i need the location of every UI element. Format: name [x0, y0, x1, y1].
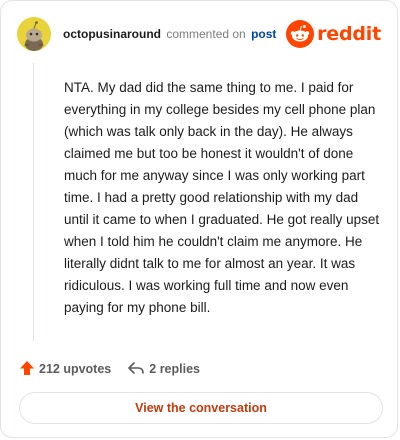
- reddit-logo[interactable]: reddit: [286, 19, 381, 49]
- comment-stats: 212 upvotes 2 replies: [19, 359, 200, 379]
- replies-stat[interactable]: 2 replies: [127, 360, 200, 379]
- thread-line: [33, 63, 34, 341]
- upvotes-stat[interactable]: 212 upvotes: [19, 360, 111, 379]
- comment-header: octopusinaround commented on post reddit: [17, 17, 381, 51]
- commented-on-text: commented on: [166, 27, 246, 41]
- reply-arrow-icon: [127, 360, 145, 379]
- username-link[interactable]: octopusinaround: [63, 27, 161, 41]
- upvote-arrow-icon: [19, 360, 35, 379]
- snoo-avatar-icon[interactable]: [17, 17, 51, 51]
- replies-label: 2 replies: [149, 362, 200, 376]
- comment-body: NTA. My dad did the same thing to me. I …: [64, 80, 380, 315]
- view-conversation-button[interactable]: View the conversation: [19, 392, 383, 424]
- upvotes-label: 212 upvotes: [39, 362, 112, 376]
- post-link[interactable]: post: [251, 27, 276, 41]
- reddit-wordmark: reddit: [317, 23, 381, 45]
- comment-embed-card: octopusinaround commented on post reddit…: [0, 0, 398, 438]
- comment-meta: octopusinaround commented on post: [63, 26, 276, 42]
- reddit-snoo-icon: [286, 20, 315, 48]
